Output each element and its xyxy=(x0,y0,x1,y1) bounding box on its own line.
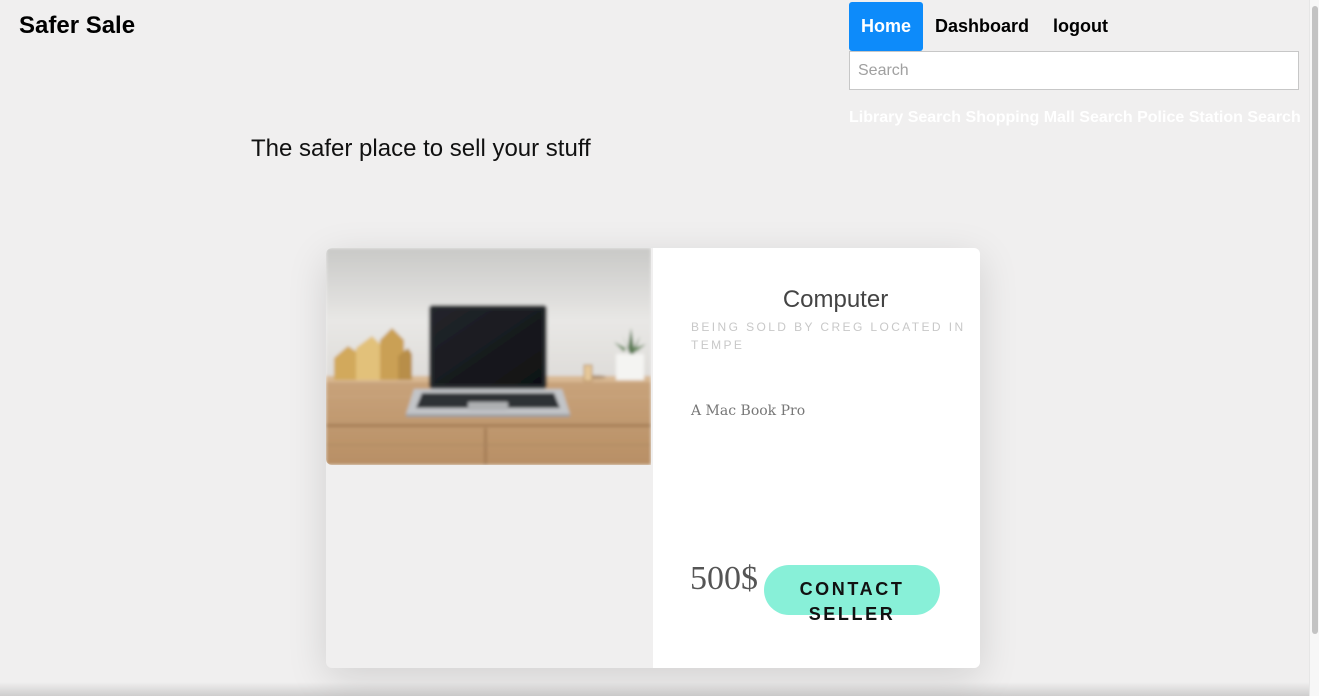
nav-logout-link[interactable]: logout xyxy=(1041,2,1120,51)
vertical-scrollbar[interactable] xyxy=(1309,0,1319,696)
product-description: A Mac Book Pro xyxy=(691,403,806,419)
nav-dashboard-link[interactable]: Dashboard xyxy=(923,2,1041,51)
search-links: Library Search Shopping Mall Search Poli… xyxy=(849,109,1304,127)
shopping-mall-search-link[interactable]: Shopping Mall Search xyxy=(966,109,1133,126)
top-nav: Home Dashboard logout xyxy=(849,2,1120,51)
scrollbar-thumb[interactable] xyxy=(1312,6,1318,634)
search-input[interactable] xyxy=(849,51,1299,90)
police-station-search-link[interactable]: Police Station Search xyxy=(1137,109,1301,126)
site-logo[interactable]: Safer Sale xyxy=(19,12,135,40)
nav-home-link[interactable]: Home xyxy=(849,2,924,51)
bottom-edge-shadow xyxy=(0,682,1309,696)
listing-details: Computer Being sold by Creg located in T… xyxy=(653,248,980,668)
listing-card: Computer Being sold by Creg located in T… xyxy=(326,248,980,668)
library-search-link[interactable]: Library Search xyxy=(849,109,961,126)
page: Safer Sale Home Dashboard logout Library… xyxy=(0,0,1319,696)
page-tagline: The safer place to sell your stuff xyxy=(251,135,591,162)
laptop-photo-icon xyxy=(326,248,651,465)
product-title: Computer xyxy=(782,286,889,313)
product-price: 500$ xyxy=(690,560,758,597)
seller-info: Being sold by Creg located in Tempe xyxy=(691,320,966,352)
product-image xyxy=(326,248,651,465)
contact-seller-button[interactable]: Contact Seller xyxy=(764,565,940,624)
